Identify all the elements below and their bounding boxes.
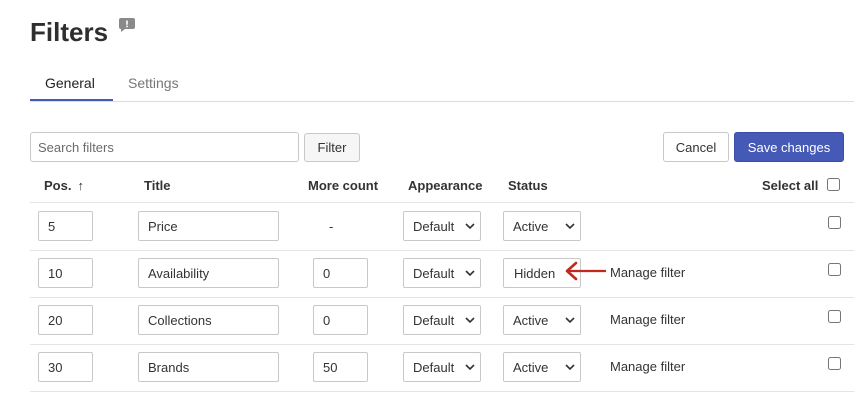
column-header-appearance: Appearance [408,178,483,193]
more-count-input[interactable] [313,258,368,288]
appearance-select[interactable]: Default [403,211,481,241]
feedback-icon[interactable] [119,18,135,32]
search-input[interactable] [30,132,299,162]
tab-general[interactable]: General [45,75,95,91]
more-count-input[interactable] [313,305,368,335]
more-count-input[interactable] [313,352,368,382]
column-header-pos[interactable]: Pos. ↑ [44,178,84,193]
chevron-down-icon [565,364,575,371]
title-input[interactable] [138,258,279,288]
select-all-label: Select all [762,178,819,193]
row-select-checkbox[interactable] [828,310,841,323]
appearance-select-value: Default [413,219,455,234]
table-row: Default Active Manage filter [30,344,854,392]
status-select-value: Active [513,219,549,234]
appearance-select-value: Default [413,313,455,328]
column-header-more-count: More count [308,178,379,193]
chevron-down-icon [565,223,575,230]
manage-filter-link[interactable]: Manage filter [610,359,685,374]
column-header-pos-label: Pos. [44,178,72,193]
position-input[interactable] [38,305,93,335]
select-all-checkbox[interactable] [827,178,840,191]
status-select-value: Hidden [514,266,556,281]
cancel-button[interactable]: Cancel [663,132,729,162]
manage-filter-link[interactable]: Manage filter [610,312,685,327]
filter-button[interactable]: Filter [304,133,360,162]
appearance-select-value: Default [413,266,455,281]
chevron-down-icon [465,364,475,371]
appearance-select[interactable]: Default [403,352,481,382]
appearance-select[interactable]: Default [403,258,481,288]
tab-settings[interactable]: Settings [128,75,179,91]
column-header-status: Status [508,178,548,193]
sort-arrow-up-icon: ↑ [77,178,84,193]
table-row: - Default Active [30,203,854,251]
row-select-checkbox[interactable] [828,263,841,276]
status-select-value: Active [513,313,549,328]
position-input[interactable] [38,258,93,288]
position-input[interactable] [38,352,93,382]
title-input[interactable] [138,305,279,335]
manage-filter-link[interactable]: Manage filter [610,265,685,280]
status-select[interactable]: Active [503,305,581,335]
status-select-value: Active [513,360,549,375]
row-select-checkbox[interactable] [828,216,841,229]
table-row: Default Hidden Manage filter [30,250,854,298]
tab-bar: General Settings [30,66,854,102]
status-select[interactable]: Active [503,352,581,382]
status-select[interactable]: Active [503,211,581,241]
chevron-down-icon [465,317,475,324]
row-select-checkbox[interactable] [828,357,841,370]
save-changes-button[interactable]: Save changes [734,132,844,162]
position-input[interactable] [38,211,93,241]
active-tab-indicator [30,99,113,101]
title-input[interactable] [138,352,279,382]
table-row: Default Active Manage filter [30,297,854,345]
chevron-down-icon [565,317,575,324]
column-header-title: Title [144,178,171,193]
chevron-down-icon [465,270,475,277]
more-count-value: - [329,219,334,234]
appearance-select[interactable]: Default [403,305,481,335]
appearance-select-value: Default [413,360,455,375]
annotation-arrow-icon [565,261,606,281]
page-title: Filters [30,17,109,47]
title-input[interactable] [138,211,279,241]
chevron-down-icon [465,223,475,230]
